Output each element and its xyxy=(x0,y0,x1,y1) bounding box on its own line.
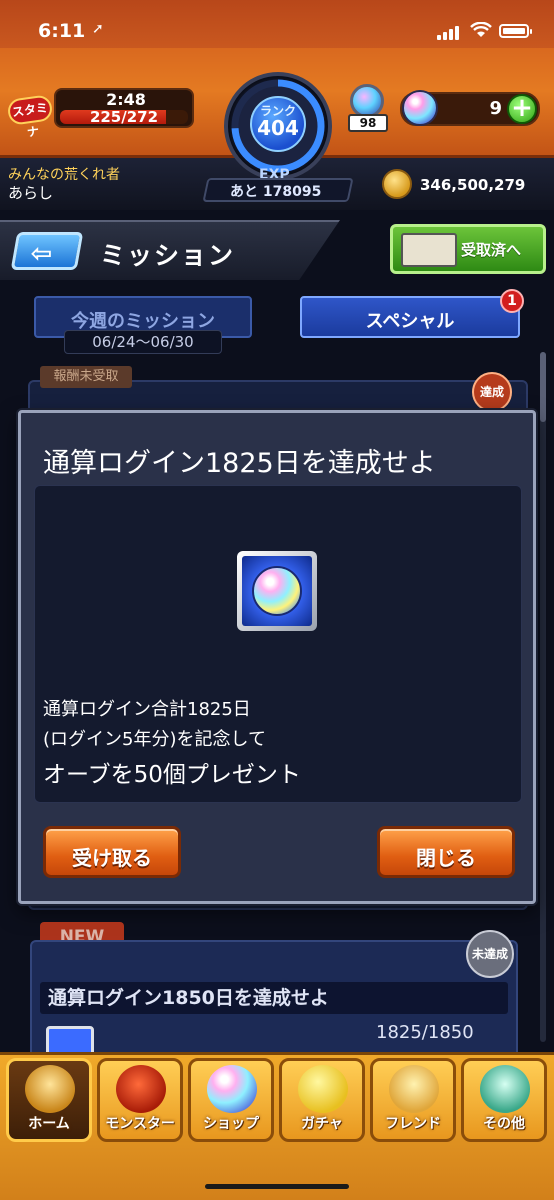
back-arrow-icon: ⇦ xyxy=(30,239,53,269)
nav-label: モンスター xyxy=(105,1116,175,1132)
mission-item-title: 通算ログイン1850日を達成せよ xyxy=(40,982,508,1014)
orb-cage-icon xyxy=(350,84,384,118)
reward-background xyxy=(242,556,312,626)
wifi-icon xyxy=(470,22,492,37)
player-name: あらし xyxy=(8,184,54,202)
orb-stock-count: 98 xyxy=(348,114,388,132)
signal-icon xyxy=(437,24,461,40)
scrollbar[interactable] xyxy=(540,352,546,1042)
location-icon: ➚ xyxy=(92,21,104,37)
stamina-count: 225/272 xyxy=(89,110,159,124)
orb-stock[interactable]: 98 xyxy=(346,84,390,134)
book-icon xyxy=(401,233,457,267)
notification-badge: 1 xyxy=(500,289,524,313)
back-button[interactable]: ⇦ xyxy=(10,232,84,270)
nav-label: ショップ xyxy=(203,1116,259,1132)
receive-button[interactable]: 受け取る xyxy=(43,826,181,878)
dialog-title: 通算ログイン1825日を達成せよ xyxy=(43,448,436,479)
dialog-description-line: (ログイン5年分)を記念して xyxy=(43,729,266,750)
tab-special-label: スペシャル xyxy=(365,311,455,332)
shop-orb-icon xyxy=(207,1065,257,1113)
mission-progress: 1825/1850 xyxy=(376,1022,474,1043)
unclaimed-tag: 報酬未受取 xyxy=(40,366,132,388)
orb-count: 9 xyxy=(489,98,502,119)
dialog-description-line: 通算ログイン合計1825日 xyxy=(43,699,251,720)
gacha-egg-icon xyxy=(298,1065,348,1113)
stamina-gauge[interactable]: 2:48 225/272 xyxy=(54,88,194,128)
friend-icon xyxy=(389,1065,439,1113)
coin-icon xyxy=(382,169,412,199)
not-achieved-stamp: 未達成 xyxy=(466,930,514,978)
receive-label: 受け取る xyxy=(72,846,152,870)
received-missions-button[interactable]: 受取済へ xyxy=(390,224,546,274)
scroll-thumb[interactable] xyxy=(540,352,546,422)
nav-other[interactable]: その他 xyxy=(461,1058,547,1142)
reward-item-frame xyxy=(237,551,317,631)
achieved-stamp: 達成 xyxy=(472,372,512,412)
battery-icon xyxy=(499,24,532,38)
stamina-bar: 225/272 xyxy=(60,110,188,124)
nav-home[interactable]: ホーム xyxy=(6,1058,92,1142)
nav-label: フレンド xyxy=(385,1116,441,1132)
mission-reward-dialog: 通算ログイン1825日を達成せよ 通算ログイン合計1825日 (ログイン5年分)… xyxy=(18,410,536,904)
close-button[interactable]: 閉じる xyxy=(377,826,515,878)
stamina-timer: 2:48 xyxy=(106,90,146,109)
orb-reward-icon xyxy=(252,566,302,616)
nav-label: ホーム xyxy=(28,1116,70,1132)
nav-gacha-egg[interactable]: ガチャ xyxy=(279,1058,365,1142)
received-label: 受取済へ xyxy=(461,241,522,259)
exp-remaining: あと 178095 xyxy=(230,184,322,200)
page-title: ミッション xyxy=(100,241,236,270)
close-label: 閉じる xyxy=(416,846,476,870)
weekly-date-range: 06/24〜06/30 xyxy=(64,330,222,354)
nav-label: その他 xyxy=(483,1116,525,1132)
rank-badge[interactable]: ランク 404 xyxy=(224,72,332,180)
nav-monster[interactable]: モンスター xyxy=(97,1058,183,1142)
monster-icon xyxy=(116,1065,166,1113)
rank-core: ランク 404 xyxy=(250,96,306,152)
status-time: 6:11 xyxy=(38,20,86,42)
mission-list-item[interactable]: 通算ログイン1850日を達成せよ 1825/1850 xyxy=(30,940,518,1070)
buy-orb-button[interactable]: + xyxy=(507,94,537,124)
other-icon xyxy=(480,1065,530,1113)
home-indicator xyxy=(205,1184,349,1189)
dialog-reward-text: オーブを50個プレゼント xyxy=(43,762,301,788)
orb-icon xyxy=(402,90,438,126)
tab-special[interactable]: スペシャル xyxy=(300,296,520,338)
player-title: みんなの荒くれ者 xyxy=(8,167,120,183)
nav-friend[interactable]: フレンド xyxy=(370,1058,456,1142)
coin-count: 346,500,279 xyxy=(420,176,526,194)
status-bar: 6:11 ➚ xyxy=(0,0,554,48)
nav-label: ガチャ xyxy=(301,1116,343,1132)
nav-shop-orb[interactable]: ショップ xyxy=(188,1058,274,1142)
rank-value: 404 xyxy=(257,116,299,140)
home-icon xyxy=(25,1065,75,1113)
